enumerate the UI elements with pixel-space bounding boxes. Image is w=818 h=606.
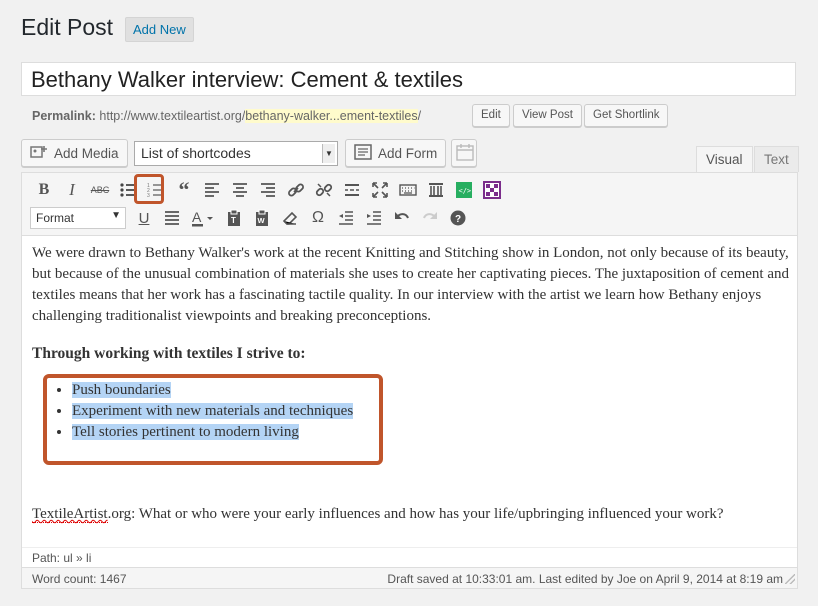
- resize-handle-icon[interactable]: [785, 574, 795, 584]
- add-new-button[interactable]: Add New: [125, 17, 194, 42]
- paste-word-icon[interactable]: W: [248, 205, 276, 231]
- blockquote-icon[interactable]: “: [170, 177, 198, 203]
- caret-down-icon: ▼: [111, 210, 121, 221]
- indent-icon[interactable]: [360, 205, 388, 231]
- list-highlight-box: [43, 374, 383, 465]
- clear-formatting-icon[interactable]: [276, 205, 304, 231]
- permalink-trail: /: [417, 109, 422, 123]
- link-icon[interactable]: [282, 177, 310, 203]
- italic-icon[interactable]: I: [58, 177, 86, 203]
- add-form-label: Add Form: [378, 145, 438, 161]
- get-shortlink-button[interactable]: Get Shortlink: [584, 104, 669, 127]
- view-post-button[interactable]: View Post: [513, 104, 582, 127]
- form-icon: [354, 143, 372, 163]
- autosave-status: Draft saved at 10:33:01 am. Last edited …: [387, 572, 783, 586]
- post-title-input[interactable]: Bethany Walker interview: Cement & texti…: [21, 62, 796, 96]
- align-left-icon[interactable]: [198, 177, 226, 203]
- text-color-icon[interactable]: A: [186, 205, 220, 231]
- element-path: Path: ul » li: [22, 547, 797, 567]
- add-media-button[interactable]: Add Media: [21, 139, 128, 167]
- add-media-label: Add Media: [54, 145, 119, 161]
- permalink: Permalink: http://www.textileartist.org/…: [32, 109, 421, 123]
- justify-icon[interactable]: [158, 205, 186, 231]
- bullet-list-highlight: [134, 174, 164, 204]
- fullscreen-icon[interactable]: [366, 177, 394, 203]
- svg-text:A: A: [192, 209, 202, 225]
- keyboard-icon[interactable]: [394, 177, 422, 203]
- question-text: .org: What or who were your early influe…: [107, 506, 724, 522]
- select-arrow-icon: ▼: [322, 144, 335, 163]
- shortcodes-selected: List of shortcodes: [141, 145, 251, 161]
- table-icon[interactable]: [478, 177, 506, 203]
- bold-icon[interactable]: B: [30, 177, 58, 203]
- svg-text:T: T: [231, 216, 236, 225]
- tab-text[interactable]: Text: [754, 146, 799, 172]
- code-icon[interactable]: </>: [450, 177, 478, 203]
- special-character-icon[interactable]: Ω: [304, 205, 332, 231]
- editor-toolbar: B I ABC 123 “ </> Format ▼ U A T W Ω ?: [22, 173, 797, 236]
- question-paragraph: TextileArtist.org: What or who were your…: [32, 504, 790, 525]
- intro-paragraph: We were drawn to Bethany Walker's work a…: [32, 245, 789, 324]
- columns-icon[interactable]: [422, 177, 450, 203]
- misspelled-word[interactable]: TextileArtist: [32, 506, 108, 523]
- content-heading: Through working with textiles I strive t…: [32, 345, 306, 362]
- underline-icon[interactable]: U: [130, 205, 158, 231]
- strikethrough-icon[interactable]: ABC: [86, 177, 114, 203]
- tab-visual[interactable]: Visual: [696, 146, 753, 172]
- permalink-slug[interactable]: bethany-walker...ement-textiles: [245, 109, 418, 123]
- permalink-label: Permalink:: [32, 109, 96, 123]
- svg-text:?: ?: [455, 214, 461, 225]
- page-title: Edit Post: [21, 14, 114, 40]
- permalink-edit-button[interactable]: Edit: [472, 104, 510, 127]
- svg-text:W: W: [258, 216, 266, 225]
- format-selected: Format: [36, 211, 75, 225]
- align-right-icon[interactable]: [254, 177, 282, 203]
- align-center-icon[interactable]: [226, 177, 254, 203]
- shortcodes-select[interactable]: List of shortcodes ▼: [134, 141, 338, 166]
- calendar-icon: [456, 143, 474, 164]
- outdent-icon[interactable]: [332, 205, 360, 231]
- paste-text-icon[interactable]: T: [220, 205, 248, 231]
- status-bar: Word count: 1467 Draft saved at 10:33:01…: [22, 567, 797, 588]
- calendar-button[interactable]: [451, 139, 477, 167]
- unlink-icon[interactable]: [310, 177, 338, 203]
- redo-icon[interactable]: [416, 205, 444, 231]
- word-count: Word count: 1467: [32, 572, 127, 586]
- add-form-button[interactable]: Add Form: [345, 139, 447, 167]
- read-more-icon[interactable]: [338, 177, 366, 203]
- svg-text:</>: </>: [459, 187, 472, 195]
- help-icon[interactable]: ?: [444, 205, 472, 231]
- format-select[interactable]: Format ▼: [30, 207, 126, 229]
- undo-icon[interactable]: [388, 205, 416, 231]
- media-icon: [30, 144, 48, 163]
- permalink-base: http://www.textileartist.org/: [99, 109, 246, 123]
